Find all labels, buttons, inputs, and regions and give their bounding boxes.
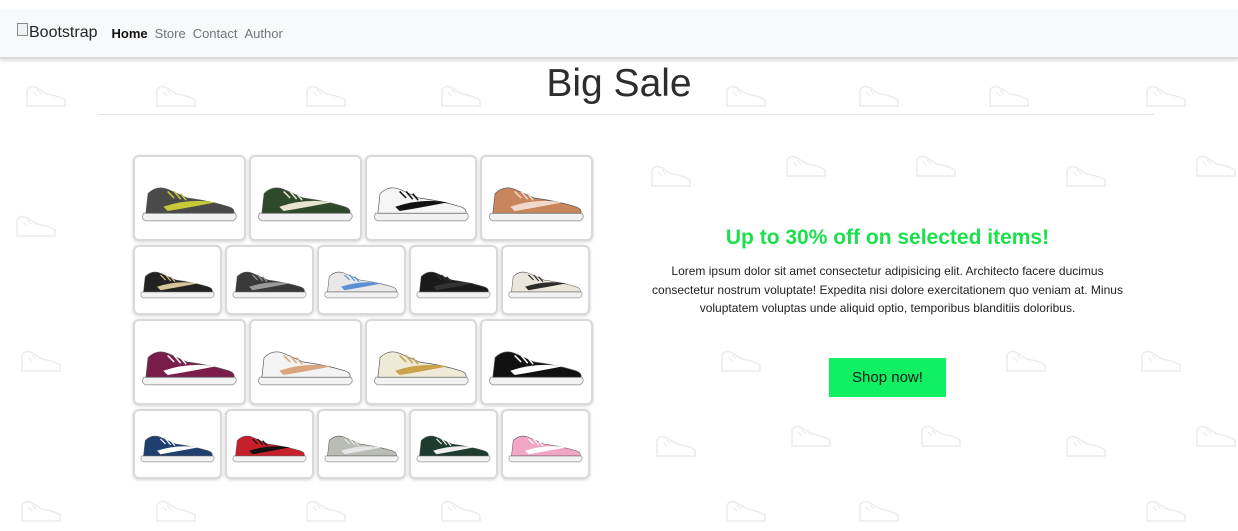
product-tile[interactable] [133,245,222,315]
shop-now-button[interactable]: Shop now! [829,357,946,397]
sneaker-checkered-icon [140,271,215,299]
sneaker-white-adidas-icon [373,187,469,222]
sneaker-pink-icon [508,435,583,463]
product-tile[interactable] [317,245,406,315]
product-tile[interactable] [225,245,314,315]
promo-heading: Up to 30% off on selected items! [725,226,1050,249]
sneaker-cream-icon [508,271,583,299]
product-tile[interactable] [133,155,246,241]
product-tile[interactable] [248,155,362,241]
brand-alt-text: Bootstrap [29,24,98,41]
top-navbar: Bootstrap Home Store Contact Author [0,9,1238,59]
sneaker-gold-icon [373,351,469,386]
sneaker-navy-dunk-icon [140,435,215,463]
sneaker-green-black-icon [416,435,491,463]
sneaker-red-black-icon [232,435,307,463]
nav-links: Home Store Contact Author [111,26,289,41]
product-row-4 [133,409,596,483]
product-tile[interactable] [133,319,246,405]
product-image-grid [133,155,596,483]
broken-image-icon [17,22,28,36]
promo-description: Lorem ipsum dolor sit amet consectetur a… [652,264,1123,316]
sneaker-black-white-icon [489,351,584,386]
promo-section: Up to 30% off on selected items! Lorem i… [640,226,1135,397]
product-tile[interactable] [480,155,593,241]
nav-link-contact[interactable]: Contact [193,26,238,41]
sneaker-peach-airmax-icon [257,351,353,386]
product-tile[interactable] [409,409,498,479]
sneaker-grey-nb-icon [324,435,399,463]
product-tile[interactable] [501,409,590,479]
nav-link-author[interactable]: Author [245,26,283,41]
nav-link-store[interactable]: Store [155,26,186,41]
title-divider [98,114,1154,115]
product-tile[interactable] [225,409,314,479]
page-title: Big Sale [546,62,692,105]
product-row-2 [133,245,596,319]
sneaker-green-icon [257,187,353,222]
product-row-1 [133,155,596,245]
product-tile[interactable] [501,245,590,315]
product-tile[interactable] [480,319,593,405]
sneaker-black-airmax-icon [416,271,491,299]
sneaker-grey-dunk-icon [232,271,307,299]
sneaker-grey-yellow-icon [142,187,237,222]
sneaker-high-brown-icon [489,187,584,222]
nav-link-home[interactable]: Home [111,26,147,41]
sneaker-maroon-icon [142,351,237,386]
product-tile[interactable] [248,319,362,405]
sneaker-blue-white-icon [324,271,399,299]
product-tile[interactable] [133,409,222,479]
product-tile[interactable] [364,155,478,241]
product-tile[interactable] [317,409,406,479]
brand-logo-link[interactable]: Bootstrap [17,22,98,42]
product-tile[interactable] [409,245,498,315]
product-tile[interactable] [364,319,478,405]
product-row-3 [133,319,596,409]
